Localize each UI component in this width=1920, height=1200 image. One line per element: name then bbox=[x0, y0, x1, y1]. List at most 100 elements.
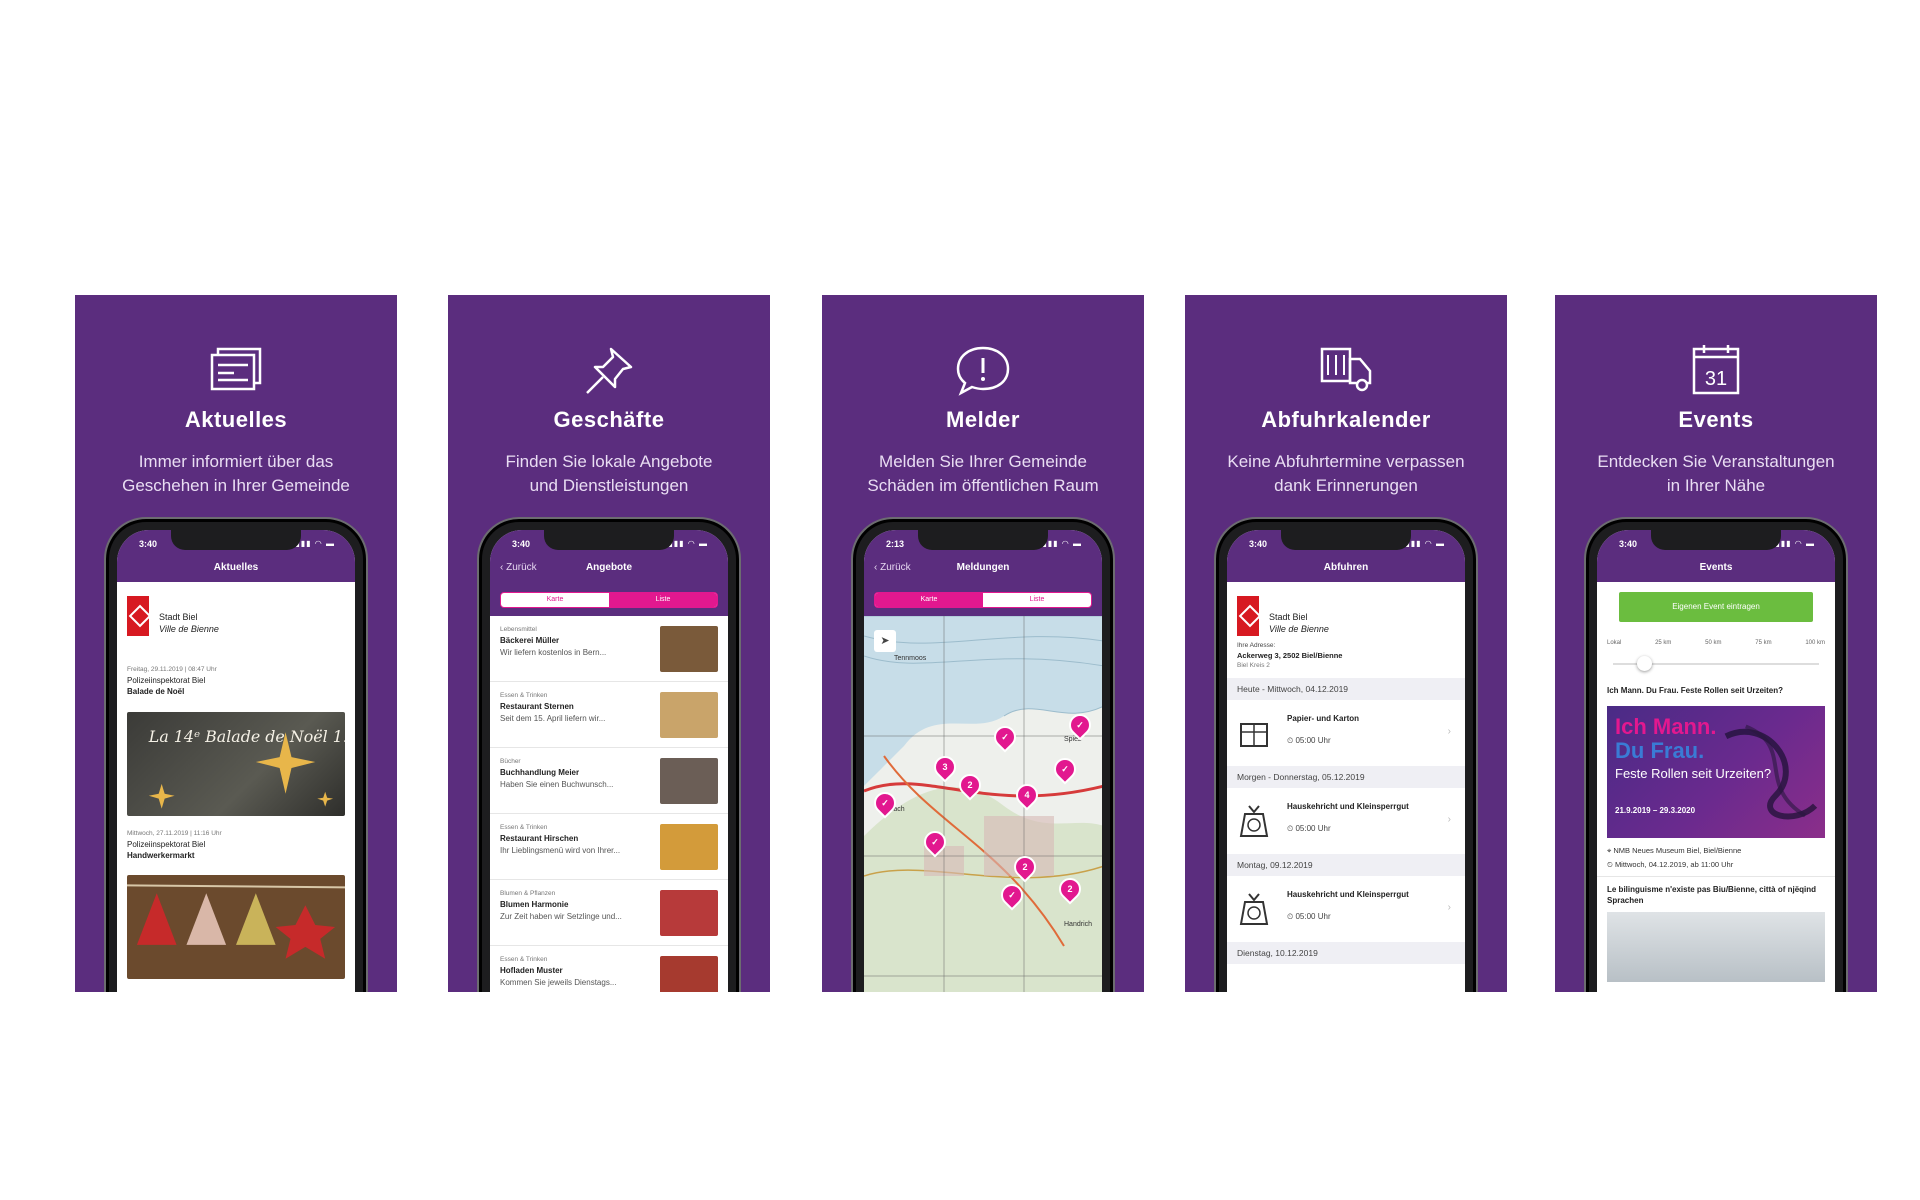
collection-item[interactable]: Hauskehricht und Kleinsperrgut ⏲ 05:00 U… bbox=[1227, 788, 1465, 854]
chevron-right-icon: › bbox=[1447, 902, 1451, 913]
list-item[interactable]: Essen & Trinken Hofladen Muster Kommen Sie… bbox=[490, 946, 728, 992]
report-map[interactable]: Tennmoos Ipsach Spiez Handrich ➤ ✓ ✓ ✓ 3… bbox=[864, 616, 1102, 992]
date-header: Montag, 09.12.2019 bbox=[1227, 854, 1465, 876]
signal-wifi-battery-icon: ▮▮▮ ◠ ▬ bbox=[1042, 539, 1082, 548]
news-image[interactable]: La 14ᵉ Balade de Noël 1.12.2019 bbox=[127, 712, 345, 816]
banner-text: Du Frau. bbox=[1615, 738, 1705, 763]
list-item[interactable]: Essen & Trinken Restaurant Sternen Seit de… bbox=[490, 682, 728, 748]
locate-me-icon[interactable]: ➤ bbox=[874, 630, 896, 652]
tab-liste[interactable]: Liste bbox=[983, 593, 1091, 607]
news-item[interactable]: Freitag, 29.11.2019 | 08:47 Uhr Polizeii… bbox=[127, 666, 345, 696]
panel-title: Aktuelles bbox=[184, 407, 288, 432]
panel-geschaefte: Geschäfte Finden Sie lokale Angebote und … bbox=[448, 295, 770, 992]
address-block: Ihre Adresse: Ackerweg 3, 2502 Biel/Bien… bbox=[1237, 642, 1342, 669]
city-name-fr: Ville de Bienne bbox=[159, 624, 219, 634]
item-name: Hofladen Muster bbox=[500, 966, 563, 975]
panel-subtitle: Entdecken Sie Veranstaltungen in Ihrer Nä… bbox=[1597, 452, 1835, 495]
list-item[interactable]: Blumen & Pflanzen Blumen Harmonie Zur Zeit… bbox=[490, 880, 728, 946]
shop-list[interactable]: Lebensmittel Bäckerei Müller Wir liefern k… bbox=[490, 616, 728, 992]
item-thumbnail bbox=[660, 692, 718, 738]
phone-frame: 3:40 ▮▮▮ ◠ ▬ Events Eigenen Event eintra… bbox=[1584, 517, 1848, 992]
event-datetime: ⏲ Mittwoch, 04.12.2019, ab 11:00 Uhr bbox=[1607, 860, 1734, 869]
panel-title: Geschäfte bbox=[553, 407, 665, 432]
item-category: Essen & Trinken bbox=[500, 692, 548, 699]
city-logo bbox=[127, 596, 149, 636]
item-category: Bücher bbox=[500, 758, 521, 765]
item-name: Bäckerei Müller bbox=[500, 636, 560, 645]
news-title: Handwerkermarkt bbox=[127, 851, 195, 860]
events-list[interactable]: Eigenen Event eintragen Lokal 25 km 50 km 7… bbox=[1597, 582, 1835, 992]
item-thumbnail bbox=[660, 890, 718, 936]
collection-schedule[interactable]: Stadt Biel Ville de Bienne Ihre Adresse:… bbox=[1227, 582, 1465, 992]
city-name-de: Stadt Biel bbox=[1269, 612, 1308, 622]
nav-title: Angebote bbox=[585, 562, 633, 573]
signal-wifi-battery-icon: ▮▮▮ ◠ ▬ bbox=[1775, 539, 1815, 548]
item-name: Restaurant Sternen bbox=[500, 702, 574, 711]
event-image[interactable]: Ich Mann. Du Frau. Feste Rollen seit Urz… bbox=[1607, 706, 1825, 838]
segmented-control: Karte Liste bbox=[874, 592, 1092, 608]
item-thumbnail bbox=[660, 626, 718, 672]
event-title[interactable]: Ich Mann. Du Frau. Feste Rollen seit Urz… bbox=[1607, 686, 1825, 695]
phone-frame: 3:40 ▮▮▮ ◠ ▬ Aktuelles Stadt Biel Ville … bbox=[104, 517, 368, 992]
garbage-bag-icon bbox=[1239, 805, 1269, 837]
item-name: Blumen Harmonie bbox=[500, 900, 569, 909]
segmented-control: Karte Liste bbox=[500, 592, 718, 608]
news-feed[interactable]: Stadt Biel Ville de Bienne Freitag, 29.1… bbox=[117, 582, 355, 992]
phone-screen: 3:40 ▮▮▮ ◠ ▬ Abfuhren Stadt Biel Ville d… bbox=[1227, 530, 1465, 992]
add-event-button[interactable]: Eigenen Event eintragen bbox=[1619, 592, 1813, 622]
phone-frame: 2:13 ▮▮▮ ◠ ▬ ‹ Zurück Meldungen Karte Li… bbox=[851, 517, 1115, 992]
phone-screen: 3:40 ▮▮▮ ◠ ▬ Aktuelles Stadt Biel Ville … bbox=[117, 530, 355, 992]
status-time: 3:40 bbox=[1619, 539, 1638, 549]
city-logo bbox=[1237, 596, 1259, 636]
distance-slider-handle[interactable] bbox=[1637, 656, 1652, 671]
item-category: Essen & Trinken bbox=[500, 824, 548, 831]
item-desc: Ihr Lieblingsmenü wird von Ihrer... bbox=[500, 846, 621, 855]
news-meta: Mittwoch, 27.11.2019 | 11:16 Uhr bbox=[127, 830, 222, 837]
calendar-day: 31 bbox=[1705, 368, 1727, 390]
speech-bubble-alert-icon bbox=[956, 346, 1010, 396]
panel-title: Melder bbox=[946, 407, 1020, 432]
item-category: Lebensmittel bbox=[500, 626, 537, 633]
chevron-right-icon: › bbox=[1447, 814, 1451, 825]
phone-screen: 2:13 ▮▮▮ ◠ ▬ ‹ Zurück Meldungen Karte Li… bbox=[864, 530, 1102, 992]
calendar-icon: 31 bbox=[1692, 345, 1740, 395]
collection-time: ⏲ 05:00 Uhr bbox=[1287, 912, 1331, 921]
panel-subtitle: Finden Sie lokale Angebote und Dienstleis… bbox=[505, 452, 713, 495]
collection-item[interactable]: Papier- und Karton ⏲ 05:00 Uhr › bbox=[1227, 700, 1465, 766]
newspaper-icon bbox=[210, 347, 262, 391]
event-title[interactable]: Le bilinguisme n'existe pas Biu/Bienne, … bbox=[1607, 884, 1825, 906]
tab-liste[interactable]: Liste bbox=[609, 593, 717, 607]
status-time: 3:40 bbox=[1249, 539, 1268, 549]
address-label: Ihre Adresse: bbox=[1237, 642, 1276, 649]
panel-subtitle: Melden Sie Ihrer Gemeinde Schäden im öffe… bbox=[867, 452, 1099, 495]
collection-type: Hauskehricht und Kleinsperrgut bbox=[1287, 890, 1409, 899]
tab-karte[interactable]: Karte bbox=[501, 593, 609, 607]
item-name: Buchhandlung Meier bbox=[500, 768, 580, 777]
banner-text: Ich Mann. bbox=[1615, 714, 1717, 739]
event-image[interactable] bbox=[1607, 912, 1825, 982]
phone-screen: 3:40 ▮▮▮ ◠ ▬ ‹ Zurück Angebote Karte Lis… bbox=[490, 530, 728, 992]
item-thumbnail bbox=[660, 824, 718, 870]
city-name-fr: Ville de Bienne bbox=[1269, 624, 1329, 634]
news-item[interactable]: Mittwoch, 27.11.2019 | 11:16 Uhr Polizei… bbox=[127, 830, 345, 860]
garbage-truck-icon bbox=[1320, 347, 1372, 392]
list-item[interactable]: Bücher Buchhandlung Meier Haben Sie einen … bbox=[490, 748, 728, 814]
list-item[interactable]: Essen & Trinken Restaurant Hirschen Ihr Li… bbox=[490, 814, 728, 880]
tab-karte[interactable]: Karte bbox=[875, 593, 983, 607]
panel-title: Abfuhrkalender bbox=[1261, 407, 1431, 432]
list-item[interactable]: Lebensmittel Bäckerei Müller Wir liefern k… bbox=[490, 616, 728, 682]
item-category: Blumen & Pflanzen bbox=[500, 890, 556, 897]
panel-events: 31 Events Entdecken Sie Veranstaltungen i… bbox=[1555, 295, 1877, 992]
item-desc: Haben Sie einen Buchwunsch... bbox=[500, 780, 614, 789]
item-name: Restaurant Hirschen bbox=[500, 834, 579, 843]
paper-bundle-icon bbox=[1240, 723, 1268, 747]
map-background: Tennmoos Ipsach Spiez Handrich bbox=[864, 616, 1102, 992]
garbage-bag-icon bbox=[1239, 893, 1269, 925]
news-image[interactable] bbox=[127, 875, 345, 979]
collection-item[interactable]: Hauskehricht und Kleinsperrgut ⏲ 05:00 U… bbox=[1227, 876, 1465, 942]
panel-subtitle: Keine Abfuhrtermine verpassen dank Erinne… bbox=[1227, 452, 1465, 495]
chevron-right-icon: › bbox=[1447, 726, 1451, 737]
banner-text: Feste Rollen seit Urzeiten? bbox=[1615, 766, 1772, 781]
date-header: Morgen - Donnerstag, 05.12.2019 bbox=[1227, 766, 1465, 788]
map-label: Handrich bbox=[1064, 921, 1092, 928]
